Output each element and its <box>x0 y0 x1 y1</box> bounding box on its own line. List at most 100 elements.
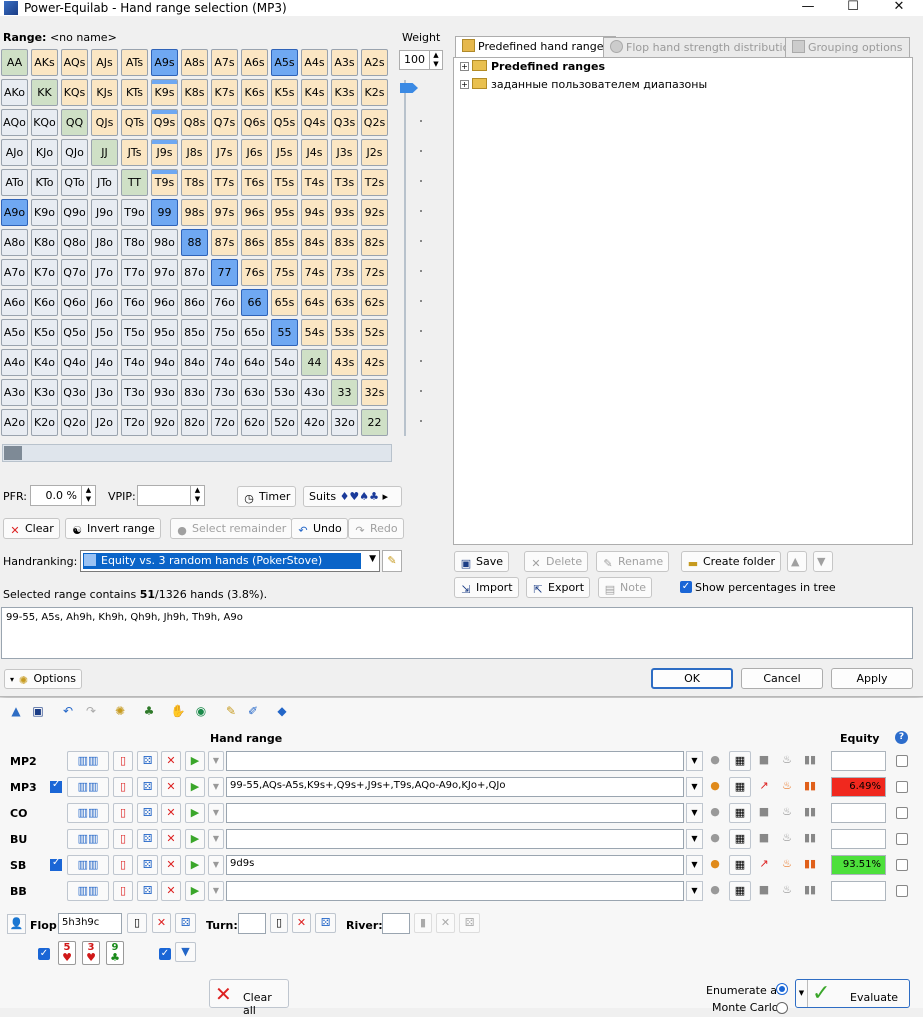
weight-input[interactable]: 100 ▲ ▼ <box>399 50 443 70</box>
hand-cell[interactable]: T4o <box>121 349 148 376</box>
hand-cell[interactable]: 92o <box>151 409 178 436</box>
hand-cell[interactable]: 82o <box>181 409 208 436</box>
hand-cell[interactable]: JTs <box>121 139 148 166</box>
tab-flop-strength[interactable]: Flop hand strength distribution <box>603 37 804 57</box>
hand-cell[interactable]: K2o <box>31 409 58 436</box>
board-card[interactable]: 5 ♥ <box>58 941 76 965</box>
hand-cell[interactable]: K3s <box>331 79 358 106</box>
pen-icon[interactable]: ✐ <box>245 703 261 719</box>
hand-cell[interactable]: JTo <box>91 169 118 196</box>
pie-chart-icon[interactable]: ● <box>706 751 724 771</box>
hand-cell[interactable]: 54s <box>301 319 328 346</box>
move-up-button[interactable]: ▲ <box>787 551 807 572</box>
hand-cell[interactable]: K6s <box>241 79 268 106</box>
pie-chart-icon[interactable]: ● <box>706 881 724 901</box>
hand-cell[interactable]: A8s <box>181 49 208 76</box>
hand-cell[interactable]: 86o <box>181 289 208 316</box>
pie-chart-icon[interactable]: ● <box>706 829 724 849</box>
pencil-icon[interactable]: ✎ <box>382 550 402 572</box>
hand-cell[interactable]: 85o <box>181 319 208 346</box>
square-icon[interactable]: ■ <box>755 803 773 823</box>
clear-icon[interactable]: ✕ <box>161 881 181 901</box>
hand-cell[interactable]: 86s <box>241 229 268 256</box>
hand-cell[interactable]: 65s <box>271 289 298 316</box>
hand-cell[interactable]: Q6s <box>241 109 268 136</box>
hand-cell[interactable]: QTs <box>121 109 148 136</box>
hand-cell[interactable]: K4o <box>31 349 58 376</box>
pie-chart-icon[interactable]: ● <box>706 803 724 823</box>
hand-cell[interactable]: J9s <box>151 139 178 166</box>
hand-cell[interactable]: J2o <box>91 409 118 436</box>
hand-cell[interactable]: 95o <box>151 319 178 346</box>
pencil-icon[interactable]: ✎ <box>223 703 239 719</box>
range-matrix-icon[interactable]: ▥▥ <box>67 777 109 797</box>
handranking-select[interactable]: Equity vs. 3 random hands (PokerStove) ▼ <box>80 550 380 572</box>
hand-cell[interactable]: 53s <box>331 319 358 346</box>
hand-cell[interactable]: A7s <box>211 49 238 76</box>
bar-chart-icon[interactable]: ▮▮ <box>800 829 820 849</box>
hand-cell[interactable]: A4s <box>301 49 328 76</box>
hand-cell[interactable]: J6s <box>241 139 268 166</box>
card-picker-icon[interactable]: ▯ <box>113 881 133 901</box>
clear-icon[interactable]: ✕ <box>161 751 181 771</box>
hand-cell[interactable]: 94s <box>301 199 328 226</box>
player-active-checkbox[interactable] <box>50 779 62 793</box>
hand-cell[interactable]: JJ <box>91 139 118 166</box>
pie-chart-icon[interactable]: ● <box>706 777 724 797</box>
hand-cell[interactable]: J5s <box>271 139 298 166</box>
square-icon[interactable]: ■ <box>755 881 773 901</box>
random-icon[interactable]: ⚄ <box>137 881 158 901</box>
hand-cell[interactable]: 99 <box>151 199 178 226</box>
undo-button[interactable]: ↶ Undo <box>291 518 348 539</box>
hand-cell[interactable]: KQs <box>61 79 88 106</box>
hand-cell[interactable]: 87s <box>211 229 238 256</box>
chevron-down-icon[interactable]: ▼ <box>208 881 224 901</box>
flame-icon[interactable]: ♨ <box>778 803 796 823</box>
river-input[interactable] <box>382 913 410 934</box>
hand-cell[interactable]: K8o <box>31 229 58 256</box>
hand-cell[interactable]: 85s <box>271 229 298 256</box>
filter-checkbox[interactable]: ✓ <box>159 948 171 960</box>
dealer-icon[interactable]: 👤 <box>7 914 26 934</box>
hand-cell[interactable]: Q2s <box>361 109 388 136</box>
help-icon[interactable]: ? <box>895 731 908 744</box>
card-picker-icon[interactable]: ▯ <box>113 855 133 875</box>
random-icon[interactable]: ⚄ <box>137 803 158 823</box>
card-picker-icon[interactable]: ▯ <box>113 829 133 849</box>
create-folder-button[interactable]: ▬ Create folder <box>681 551 781 572</box>
hand-cell[interactable]: A3s <box>331 49 358 76</box>
hand-cell[interactable]: 63s <box>331 289 358 316</box>
hand-cell[interactable]: 93o <box>151 379 178 406</box>
title-bar[interactable]: Power-Equilab - Hand range selection (MP… <box>0 0 923 16</box>
hand-cell[interactable]: T3s <box>331 169 358 196</box>
hand-range-input[interactable] <box>226 881 684 901</box>
flame-icon[interactable]: ♨ <box>778 881 796 901</box>
monte-carlo-radio[interactable] <box>776 1002 788 1014</box>
range-text-area[interactable]: 99-55, A5s, Ah9h, Kh9h, Qh9h, Jh9h, Th9h… <box>1 607 913 659</box>
hand-cell[interactable]: K7s <box>211 79 238 106</box>
hand-cell[interactable]: 84s <box>301 229 328 256</box>
random-icon[interactable]: ⚄ <box>137 829 158 849</box>
hand-cell[interactable]: 33 <box>331 379 358 406</box>
chevron-down-icon[interactable]: ▼ <box>686 751 703 771</box>
calculator-icon[interactable]: ▦ <box>729 777 751 797</box>
hand-cell[interactable]: J5o <box>91 319 118 346</box>
save-button[interactable]: ▣ Save <box>454 551 510 572</box>
hand-cell[interactable]: 73s <box>331 259 358 286</box>
hand-cell[interactable]: AA <box>1 49 28 76</box>
hand-cell[interactable]: 82s <box>361 229 388 256</box>
tree-node-predefined[interactable]: + Predefined ranges <box>460 60 605 73</box>
random-icon[interactable]: ⚄ <box>137 777 158 797</box>
pie-chart-icon[interactable]: ● <box>706 855 724 875</box>
hand-cell[interactable]: J4s <box>301 139 328 166</box>
hand-cell[interactable]: Q5o <box>61 319 88 346</box>
hand-cell[interactable]: QJo <box>61 139 88 166</box>
hand-cell[interactable]: J7o <box>91 259 118 286</box>
hand-cell[interactable]: QTo <box>61 169 88 196</box>
clear-icon[interactable]: ✕ <box>161 803 181 823</box>
hand-cell[interactable]: J8s <box>181 139 208 166</box>
turn-card-picker-icon[interactable]: ▯ <box>270 913 288 933</box>
weight-slider[interactable] <box>400 80 422 436</box>
chevron-down-icon[interactable]: ▼ <box>208 855 224 875</box>
hand-cell[interactable]: 87o <box>181 259 208 286</box>
